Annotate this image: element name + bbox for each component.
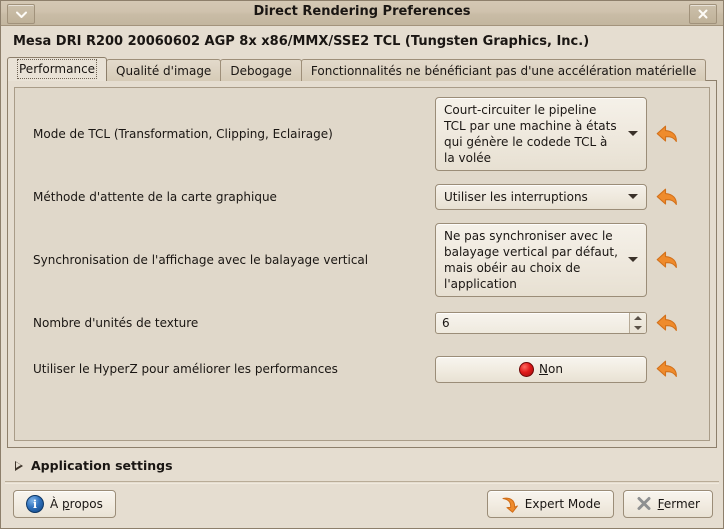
about-button-label: À propos <box>50 497 103 511</box>
info-icon: i <box>26 495 44 513</box>
preferences-notebook: Performance Qualité d'image Debogage Fon… <box>7 57 717 448</box>
vsync-value: Ne pas synchroniser avec le balayage ver… <box>444 229 618 291</box>
about-label-mnemonic: p <box>62 497 70 511</box>
undo-arrow-icon <box>656 360 677 377</box>
tab-fonctionnalites[interactable]: Fonctionnalités ne bénéficiant pas d'une… <box>300 59 707 81</box>
tab-debogage[interactable]: Debogage <box>220 59 302 81</box>
texture-units-spinbutton[interactable]: 6 <box>435 312 647 334</box>
hyperz-toggle-label: Non <box>539 362 563 376</box>
undo-arrow-icon <box>656 251 677 268</box>
application-settings-label: Application settings <box>31 458 173 473</box>
tab-performance-label: Performance <box>17 59 98 79</box>
spin-arrows <box>629 313 646 333</box>
hyperz-toggle-rest: on <box>548 362 563 376</box>
about-label-rest: ropos <box>69 497 103 511</box>
close-x-icon <box>637 497 651 510</box>
chevron-down-icon <box>628 131 638 137</box>
driver-info-label: Mesa DRI R200 20060602 AGP 8x x86/MMX/SS… <box>13 34 590 49</box>
options-frame: Mode de TCL (Transformation, Clipping, E… <box>14 87 710 441</box>
close-label-rest: ermer <box>663 497 700 511</box>
chevron-down-icon <box>628 257 638 263</box>
spin-up-icon[interactable] <box>630 313 646 323</box>
about-button[interactable]: i À propos <box>13 490 116 518</box>
close-button-label: Fermer <box>658 497 700 511</box>
revert-button-texture-units[interactable] <box>647 312 687 334</box>
option-label-hyperz: Utiliser le HyperZ pour améliorer les pe… <box>33 361 338 376</box>
undo-arrow-icon <box>656 125 677 142</box>
tab-performance[interactable]: Performance <box>7 57 108 81</box>
close-button[interactable]: Fermer <box>622 490 713 518</box>
undo-arrow-icon <box>656 188 677 205</box>
tab-fonctionnalites-label: Fonctionnalités ne bénéficiant pas d'une… <box>310 64 697 78</box>
option-control-vsync: Ne pas synchroniser avec le balayage ver… <box>435 223 647 297</box>
tab-qualite-image[interactable]: Qualité d'image <box>106 59 222 81</box>
option-control-tcl-mode: Court-circuiter le pipeline TCL par une … <box>435 97 647 171</box>
spin-down-icon[interactable] <box>630 323 646 333</box>
title-bar: Direct Rendering Preferences <box>1 1 723 26</box>
revert-button-tcl-mode[interactable] <box>647 123 687 145</box>
texture-units-value[interactable]: 6 <box>436 313 629 333</box>
window-title: Direct Rendering Preferences <box>253 4 471 19</box>
tab-page-performance: Mode de TCL (Transformation, Clipping, E… <box>7 80 717 448</box>
about-label-prefix: À <box>50 497 63 511</box>
option-control-wait-method: Utiliser les interruptions <box>435 184 647 210</box>
option-label-texture-units: Nombre d'unités de texture <box>33 315 199 330</box>
tcl-mode-combobox[interactable]: Court-circuiter le pipeline TCL par une … <box>435 97 647 171</box>
option-control-hyperz: Non <box>435 355 647 383</box>
hyperz-toggle-mnemonic: N <box>539 362 549 376</box>
tab-debogage-label: Debogage <box>230 64 292 78</box>
revert-button-wait-method[interactable] <box>647 186 687 208</box>
tcl-mode-value: Court-circuiter le pipeline TCL par une … <box>444 103 617 165</box>
window-close-button[interactable] <box>689 4 717 24</box>
red-led-icon <box>519 361 535 377</box>
option-row-vsync: Synchronisation de l'affichage avec le b… <box>23 220 701 300</box>
expert-mode-label: Expert Mode <box>524 497 601 511</box>
tab-qualite-image-label: Qualité d'image <box>116 64 212 78</box>
chevron-down-icon <box>628 194 638 200</box>
option-row-texture-units: Nombre d'unités de texture 6 <box>23 300 701 346</box>
revert-button-hyperz[interactable] <box>647 358 687 380</box>
vsync-combobox[interactable]: Ne pas synchroniser avec le balayage ver… <box>435 223 647 297</box>
option-label-wait-method: Méthode d'attente de la carte graphique <box>33 189 277 204</box>
option-label-tcl-mode: Mode de TCL (Transformation, Clipping, E… <box>33 126 333 141</box>
option-row-tcl-mode: Mode de TCL (Transformation, Clipping, E… <box>23 94 701 174</box>
preferences-window: Direct Rendering Preferences Mesa DRI R2… <box>0 0 724 529</box>
expander-triangle-icon <box>15 460 23 471</box>
action-bar: i À propos Expert Mode Fermer <box>5 481 719 528</box>
option-label-vsync: Synchronisation de l'affichage avec le b… <box>33 252 369 267</box>
hyperz-toggle-button[interactable]: Non <box>435 355 647 383</box>
revert-button-vsync[interactable] <box>647 249 687 271</box>
wait-method-combobox[interactable]: Utiliser les interruptions <box>435 184 647 210</box>
option-row-wait-method: Méthode d'attente de la carte graphique … <box>23 174 701 220</box>
tab-bar: Performance Qualité d'image Debogage Fon… <box>7 57 717 81</box>
application-settings-expander[interactable]: Application settings <box>1 448 723 481</box>
close-icon <box>698 9 708 19</box>
option-control-texture-units: 6 <box>435 312 647 334</box>
option-row-hyperz: Utiliser le HyperZ pour améliorer les pe… <box>23 346 701 392</box>
expert-mode-button[interactable]: Expert Mode <box>486 490 614 518</box>
expert-arrow-icon <box>502 497 518 513</box>
wait-method-value: Utiliser les interruptions <box>444 190 588 204</box>
undo-arrow-icon <box>656 314 677 331</box>
